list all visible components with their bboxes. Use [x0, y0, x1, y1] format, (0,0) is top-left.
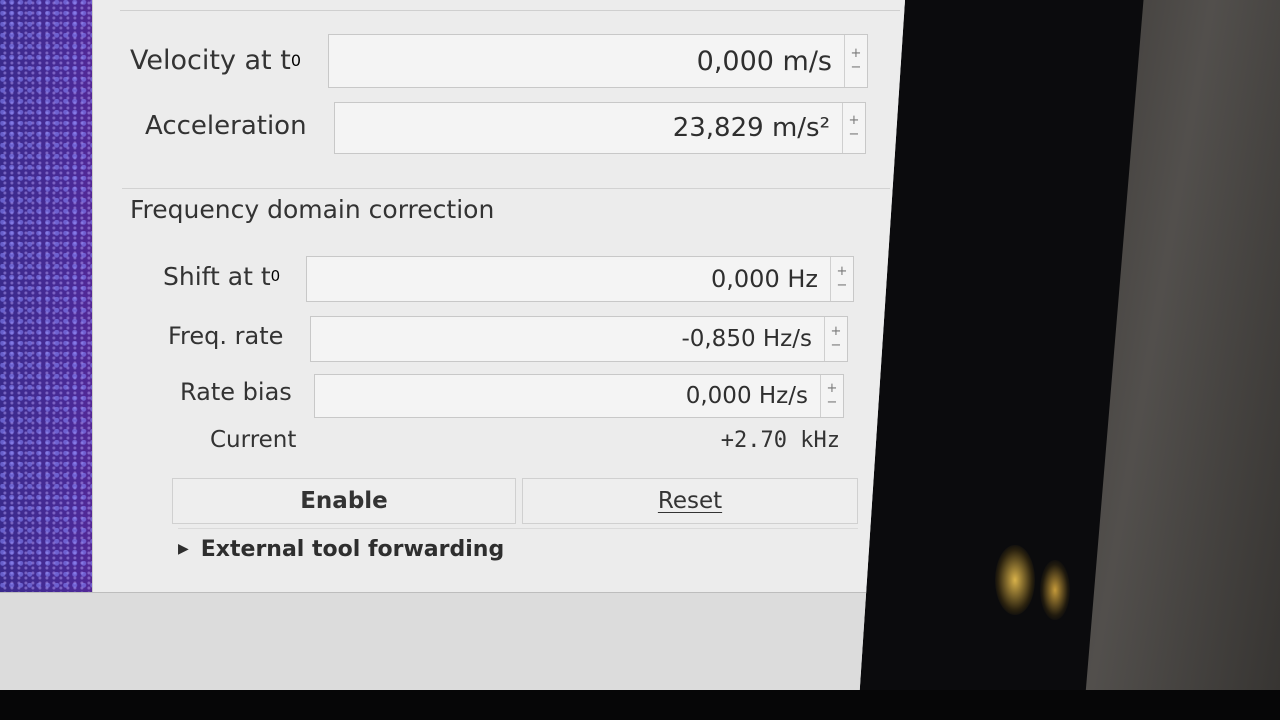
current-value: +2.70 kHz — [720, 427, 840, 453]
freq-rate-spin-buttons[interactable]: + − — [824, 317, 847, 361]
decrement-icon[interactable]: − — [851, 61, 862, 75]
expander-label[interactable]: External tool forwarding — [201, 537, 504, 562]
acceleration-value[interactable]: 23,829 m/s² — [335, 103, 842, 153]
expand-arrow-icon[interactable]: ▶ — [178, 541, 189, 557]
acceleration-spin-buttons[interactable]: + − — [842, 103, 865, 153]
enable-button[interactable]: Enable — [172, 478, 516, 524]
velocity-label-sub: 0 — [290, 50, 301, 70]
freq-rate-label-text: Freq. rate — [168, 322, 284, 350]
rate-bias-spinbox[interactable]: 0,000 Hz/s + − — [314, 374, 844, 418]
acceleration-label-text: Acceleration — [145, 111, 307, 141]
freq-rate-value[interactable]: -0,850 Hz/s — [311, 317, 824, 361]
shift-value[interactable]: 0,000 Hz — [307, 257, 830, 301]
decrement-icon[interactable]: − — [831, 339, 842, 353]
velocity-value[interactable]: 0,000 m/s — [329, 35, 844, 87]
shift-label-text: Shift at t — [163, 261, 271, 291]
decrement-icon[interactable]: − — [849, 128, 860, 142]
background-document — [1085, 0, 1280, 700]
rate-bias-spin-buttons[interactable]: + − — [820, 375, 843, 417]
increment-icon[interactable]: + — [831, 325, 842, 339]
divider — [120, 10, 900, 11]
increment-icon[interactable]: + — [837, 265, 848, 279]
monitor-bezel — [0, 690, 1280, 720]
velocity-spinbox[interactable]: 0,000 m/s + − — [328, 34, 868, 88]
monitor-screen: Velocity at t0 0,000 m/s + − Acceleratio… — [0, 0, 905, 690]
shift-label-sub: 0 — [270, 267, 281, 285]
rate-bias-label-text: Rate bias — [180, 378, 292, 406]
current-label-text: Current — [210, 427, 297, 453]
velocity-spin-buttons[interactable]: + − — [844, 35, 867, 87]
shift-label: Shift at t0 — [163, 254, 280, 298]
rate-bias-label: Rate bias — [180, 370, 292, 414]
external-tool-expander[interactable]: ▶ External tool forwarding — [178, 528, 858, 569]
background-light — [1040, 560, 1070, 620]
acceleration-spinbox[interactable]: 23,829 m/s² + − — [334, 102, 866, 154]
increment-icon[interactable]: + — [851, 47, 862, 61]
reset-button[interactable]: Reset — [522, 478, 858, 524]
background-light — [995, 545, 1035, 615]
decrement-icon[interactable]: − — [837, 279, 848, 293]
velocity-label: Velocity at t0 — [130, 38, 301, 82]
increment-icon[interactable]: + — [849, 114, 860, 128]
section-title: Frequency domain correction — [122, 188, 890, 229]
increment-icon[interactable]: + — [827, 382, 838, 396]
velocity-label-text: Velocity at t — [130, 44, 291, 76]
freq-rate-spinbox[interactable]: -0,850 Hz/s + − — [310, 316, 848, 362]
shift-spinbox[interactable]: 0,000 Hz + − — [306, 256, 854, 302]
rate-bias-value[interactable]: 0,000 Hz/s — [315, 375, 820, 417]
lower-window-area — [0, 592, 905, 690]
freq-rate-label: Freq. rate — [168, 314, 283, 358]
current-label: Current — [210, 420, 296, 460]
shift-spin-buttons[interactable]: + − — [830, 257, 853, 301]
decrement-icon[interactable]: − — [827, 396, 838, 410]
acceleration-label: Acceleration — [145, 104, 307, 148]
